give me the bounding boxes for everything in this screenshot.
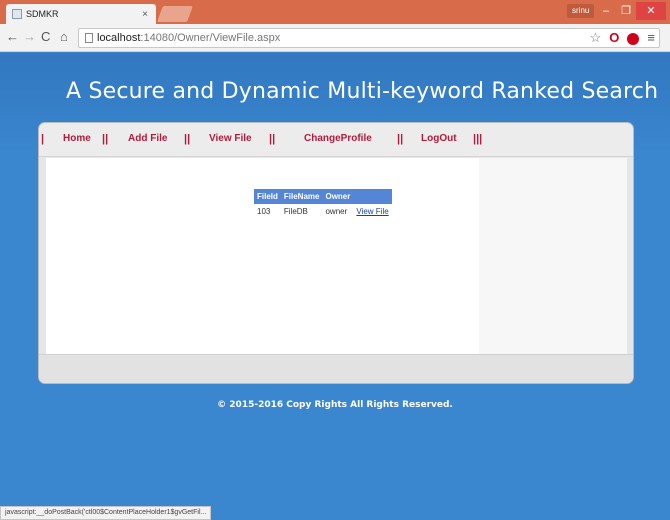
address-bar[interactable]: localhost :14080/Owner/ViewFile.aspx ☆ O… [78,28,660,48]
browser-tab[interactable]: SDMKR × [6,4,156,24]
nav-home[interactable]: Home [63,133,91,144]
url-host: localhost [97,32,141,44]
home-icon[interactable]: ⌂ [60,29,68,44]
browser-titlebar: SDMKR × srinu – ❐ ✕ [0,0,670,24]
reload-icon[interactable]: C [41,29,50,44]
page-icon [85,33,93,43]
close-window-button[interactable]: ✕ [636,2,666,20]
cell-fileid: 103 [257,207,271,216]
new-tab-button[interactable] [157,6,193,22]
page-body: A Secure and Dynamic Multi-keyword Ranke… [0,53,670,520]
copyright-text: © 2015-2016 Copy Rights All Rights Reser… [217,400,453,410]
cell-action: View File [353,204,391,219]
col-header-action [353,189,392,204]
nav-menu: | Home || Add File || View File || Chang… [39,123,633,157]
maximize-button[interactable]: ❐ [616,2,636,20]
col-header-filename: FileName [280,189,323,204]
nav-view-file[interactable]: View File [209,133,252,144]
tab-title: SDMKR [26,9,59,19]
nav-separator: || [102,133,109,145]
status-bar: javascript:__doPostBack('ctl00$ContentPl… [0,506,212,520]
bookmark-star-icon[interactable]: ☆ [590,30,602,46]
nav-add-file[interactable]: Add File [128,133,167,144]
side-panel [479,158,627,354]
table-row: 103 FileDB owner View File [254,204,392,219]
nav-separator: || [397,133,404,145]
view-file-link[interactable]: View File [356,207,388,216]
profile-badge[interactable]: srinu [567,4,595,18]
nav-separator: || [269,133,276,145]
frame-footer [39,354,633,383]
url-path: :14080/Owner/ViewFile.aspx [140,32,281,44]
opera-icon[interactable]: O [609,30,619,46]
forward-icon[interactable]: → [23,29,36,44]
page-favicon-icon [12,9,22,19]
adblock-icon[interactable] [627,33,640,45]
back-icon[interactable]: ← [6,29,19,44]
browser-menu-icon[interactable]: ≡ [647,30,655,46]
cell-owner: owner [325,207,348,216]
browser-toolbar: ← → C ⌂ localhost :14080/Owner/ViewFile.… [0,24,670,52]
nav-change-profile[interactable]: ChangeProfile [304,133,372,144]
cell-filename: FileDB [283,207,308,216]
table-header-row: FileId FileName Owner [254,189,392,204]
site-title: A Secure and Dynamic Multi-keyword Ranke… [66,79,659,104]
col-header-fileid: FileId [254,189,281,204]
tab-close-icon[interactable]: × [142,9,148,20]
nav-separator: ||| [473,133,483,145]
nav-separator: || [184,133,191,145]
files-table: FileId FileName Owner 103 FileDB owner V… [254,189,392,219]
content-area [46,158,479,354]
nav-separator: | [41,133,45,145]
nav-logout[interactable]: LogOut [421,133,457,144]
main-frame: | Home || Add File || View File || Chang… [38,122,634,384]
minimize-button[interactable]: – [596,2,616,20]
col-header-owner: Owner [322,189,354,204]
